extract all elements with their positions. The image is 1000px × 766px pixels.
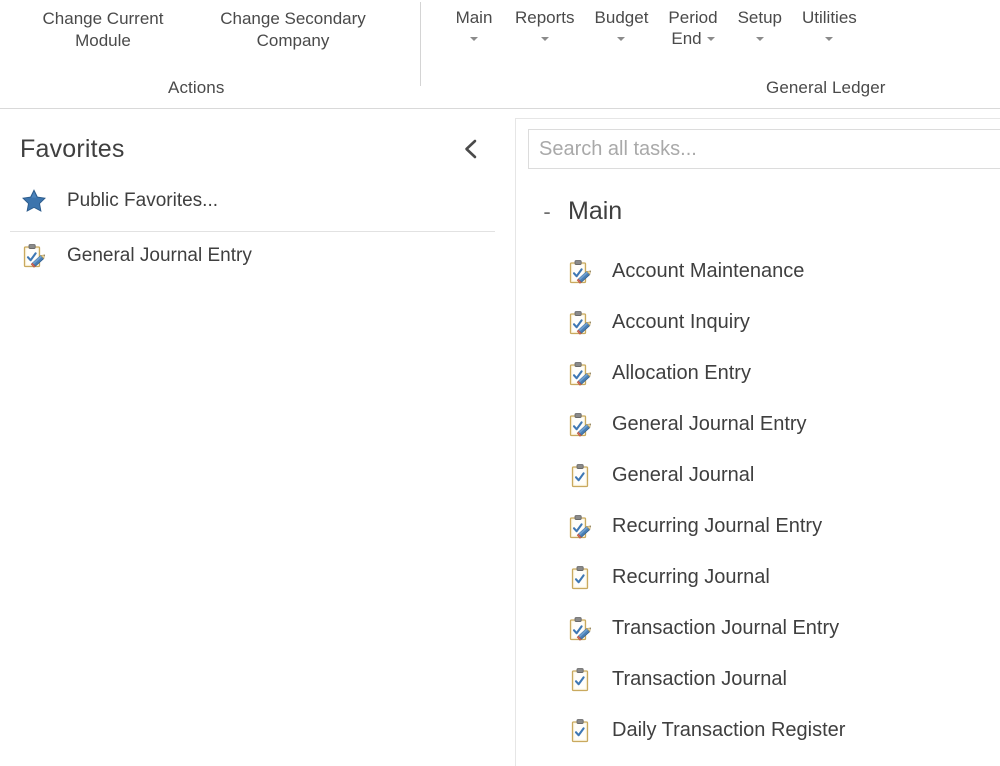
favorites-pane: Favorites Public Favorites... General Jo… — [0, 109, 505, 766]
ribbon-menu-period-end-label-line2: End — [671, 28, 702, 48]
task-item-label: Allocation Entry — [612, 362, 751, 384]
ribbon-menu-budget-label: Budget — [594, 8, 649, 27]
ribbon-group-actions-label: Actions — [168, 78, 225, 97]
ribbon-menu-utilities[interactable]: Utilities — [792, 0, 867, 48]
task-item-label: Daily Transaction Register — [612, 719, 846, 741]
clipboard-pencil-icon — [566, 411, 594, 439]
task-group-main[interactable]: - Main — [516, 197, 1000, 226]
task-items: Account Maintenance Account Inquiry Allo… — [516, 246, 1000, 756]
ribbon-menu-reports-label: Reports — [515, 8, 575, 27]
change-current-module-button[interactable]: Change Current Module — [8, 0, 198, 53]
task-item-label: General Journal — [612, 464, 755, 486]
task-item-allocation-entry[interactable]: Allocation Entry — [516, 348, 1000, 399]
favorite-item-label: General Journal Entry — [67, 245, 252, 266]
ribbon-menu-budget[interactable]: Budget — [585, 0, 659, 48]
chevron-left-icon — [465, 139, 477, 159]
task-item-label: Recurring Journal — [612, 566, 770, 588]
task-item-general-journal[interactable]: General Journal — [516, 450, 1000, 501]
clipboard-icon — [566, 462, 594, 490]
task-list-pane: - Main — [515, 118, 1000, 766]
chevron-down-icon — [470, 37, 478, 42]
clipboard-icon — [566, 717, 594, 745]
chevron-down-icon — [540, 37, 549, 42]
ribbon-menu-reports[interactable]: Reports — [505, 0, 585, 48]
task-item-label: Account Inquiry — [612, 311, 750, 333]
chevron-down-icon — [755, 37, 764, 42]
chevron-down-icon — [825, 37, 834, 42]
task-item-transaction-journal[interactable]: Transaction Journal — [516, 654, 1000, 705]
ribbon-group-general-ledger: Main Reports Budget Period End Setup Uti… — [421, 0, 1000, 108]
ribbon-menu-setup-label: Setup — [737, 8, 782, 27]
task-item-recurring-journal[interactable]: Recurring Journal — [516, 552, 1000, 603]
task-item-label: Recurring Journal Entry — [612, 515, 823, 537]
clipboard-pencil-icon — [566, 309, 594, 337]
ribbon-menu-period-end[interactable]: Period End — [658, 0, 727, 50]
task-item-general-journal-entry[interactable]: General Journal Entry — [516, 399, 1000, 450]
clipboard-icon — [566, 666, 594, 694]
search-container — [528, 129, 1000, 169]
ribbon-group-actions: Change Current Module Change Secondary C… — [0, 0, 420, 108]
task-item-daily-transaction-register[interactable]: Daily Transaction Register — [516, 705, 1000, 756]
ribbon-group-actions-items: Change Current Module Change Secondary C… — [0, 0, 420, 78]
search-input[interactable] — [528, 129, 1000, 169]
collapse-favorites-button[interactable] — [459, 137, 483, 161]
ribbon-menu-utilities-label: Utilities — [802, 8, 857, 27]
public-favorites-item[interactable]: Public Favorites... — [0, 177, 505, 225]
clipboard-icon — [566, 564, 594, 592]
task-item-account-maintenance[interactable]: Account Maintenance — [516, 246, 1000, 297]
change-secondary-company-label-line1: Change Secondary — [220, 9, 366, 28]
task-item-label: General Journal Entry — [612, 413, 807, 435]
task-item-label: Transaction Journal Entry — [612, 617, 840, 639]
public-favorites-label: Public Favorites... — [67, 190, 218, 211]
chevron-down-icon — [706, 37, 715, 42]
ribbon-menu-main[interactable]: Main — [443, 0, 505, 48]
star-icon — [20, 187, 48, 215]
task-group-main-label: Main — [568, 197, 623, 225]
change-current-module-label-line1: Change Current — [42, 9, 164, 28]
task-item-label: Transaction Journal — [612, 668, 787, 690]
ribbon-group-general-ledger-items: Main Reports Budget Period End Setup Uti… — [421, 0, 1000, 78]
change-current-module-label-line2: Module — [75, 30, 131, 50]
favorite-item-general-journal-entry[interactable]: General Journal Entry — [0, 232, 505, 280]
task-pane-window: Change Current Module Change Secondary C… — [0, 0, 1000, 766]
task-item-transaction-journal-entry[interactable]: Transaction Journal Entry — [516, 603, 1000, 654]
task-group-toggle-icon[interactable]: - — [538, 200, 556, 223]
task-item-recurring-journal-entry[interactable]: Recurring Journal Entry — [516, 501, 1000, 552]
clipboard-pencil-icon — [20, 242, 48, 270]
favorites-header: Favorites — [0, 109, 505, 177]
clipboard-pencil-icon — [566, 360, 594, 388]
favorites-title: Favorites — [20, 135, 125, 163]
change-secondary-company-button[interactable]: Change Secondary Company — [198, 0, 388, 53]
clipboard-pencil-icon — [566, 615, 594, 643]
ribbon-menu-period-end-label-line1: Period — [668, 8, 718, 27]
clipboard-pencil-icon — [566, 258, 594, 286]
clipboard-pencil-icon — [566, 513, 594, 541]
change-secondary-company-label-line2: Company — [256, 30, 330, 50]
ribbon-menu-setup[interactable]: Setup — [728, 0, 792, 48]
ribbon-group-general-ledger-label: General Ledger — [766, 78, 886, 97]
chevron-down-icon — [617, 37, 626, 42]
ribbon-menu-main-label: Main — [455, 8, 493, 27]
ribbon: Change Current Module Change Secondary C… — [0, 0, 1000, 109]
task-item-label: Account Maintenance — [612, 260, 805, 282]
task-item-account-inquiry[interactable]: Account Inquiry — [516, 297, 1000, 348]
